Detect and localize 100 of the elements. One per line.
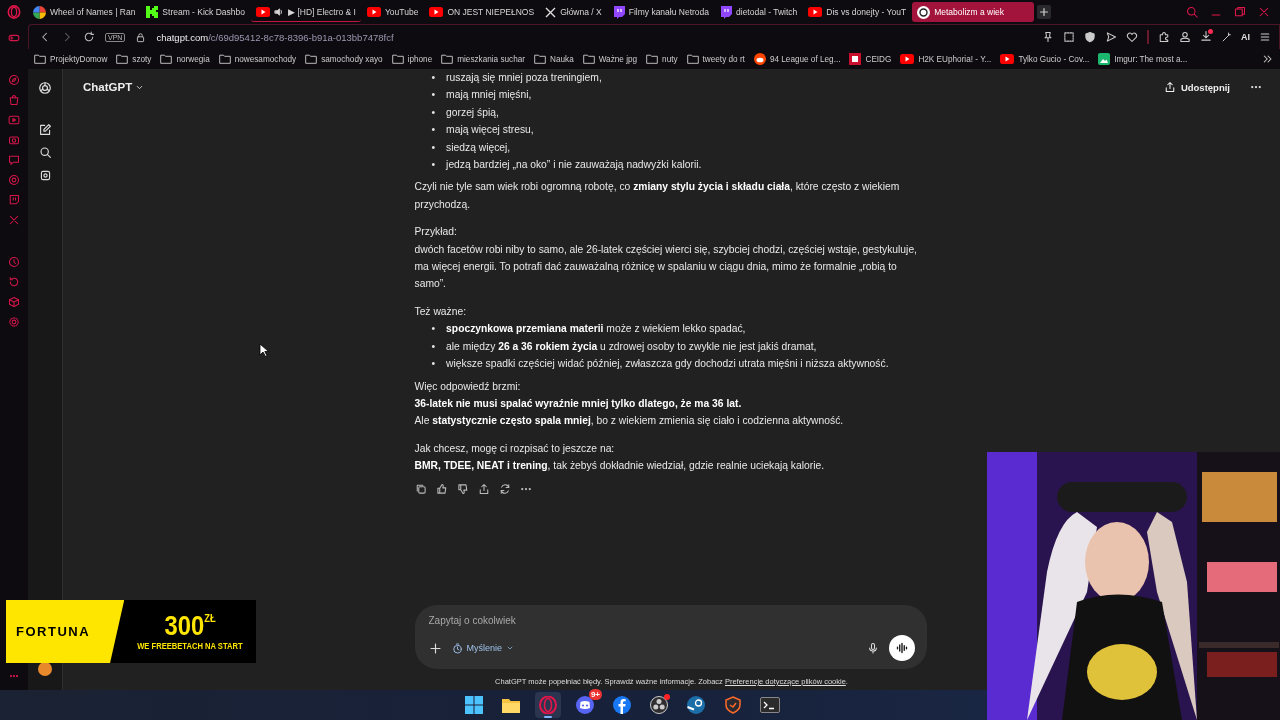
browser-tab[interactable]: Metabolizm a wiek <box>912 2 1035 22</box>
browser-tab[interactable]: ▶ [HD] Electro & I <box>251 2 361 22</box>
paragraph: Więc odpowiedź brzmi: <box>414 379 522 394</box>
clock-icon[interactable] <box>8 256 20 268</box>
bookmark[interactable]: Ważne jpg <box>582 54 638 64</box>
bookmark[interactable]: szoty <box>116 54 152 64</box>
list-item-text: spoczynkowa przemiana materii może z wiekiem lekko spadać, <box>446 322 746 337</box>
magic-wand-icon[interactable] <box>1221 31 1232 43</box>
share-icon[interactable] <box>1163 81 1176 93</box>
game-controller-icon[interactable] <box>576 696 594 714</box>
folder-icon <box>305 54 318 64</box>
speaker-icon[interactable] <box>274 6 285 17</box>
bookmark[interactable]: samochody xayo <box>305 54 383 64</box>
puzzle-icon[interactable] <box>1158 31 1170 43</box>
browser-tab[interactable]: YouTube <box>361 2 424 22</box>
bookmark[interactable]: tweety do rt <box>686 54 745 64</box>
timer-icon[interactable] <box>451 642 463 654</box>
currency-label: ZŁ <box>204 612 216 624</box>
twitch-bubble-icon[interactable] <box>8 194 20 206</box>
ring-logo-icon[interactable] <box>7 5 21 19</box>
ring-logo-icon[interactable] <box>539 696 557 714</box>
url-field[interactable]: chatgpt.com/c/69d95412-8c78-8396-b91a-013bb7478fcf <box>156 31 394 43</box>
compass-icon[interactable] <box>8 74 20 86</box>
mode-picker[interactable]: Myślenie <box>451 642 514 654</box>
play-box-icon[interactable] <box>8 114 20 126</box>
x-icon[interactable] <box>8 214 20 226</box>
bullet: • <box>431 140 436 155</box>
terminal-icon[interactable] <box>760 697 780 713</box>
thumbs-down-icon[interactable] <box>456 482 469 495</box>
snapshot-icon[interactable] <box>1063 31 1075 43</box>
model-picker[interactable]: ChatGPT <box>83 81 145 93</box>
bookmark[interactable]: mieszkania suchar <box>441 54 525 64</box>
search-icon[interactable] <box>38 146 52 159</box>
caret-icon[interactable] <box>506 644 514 652</box>
regenerate-icon[interactable] <box>498 482 511 495</box>
folder-icon[interactable] <box>502 697 520 713</box>
heart-icon[interactable] <box>1126 31 1138 43</box>
thumbs-up-icon[interactable] <box>435 482 448 495</box>
notification-dot <box>1208 29 1213 34</box>
lock-icon[interactable] <box>135 31 147 43</box>
plus-icon[interactable] <box>1037 5 1052 19</box>
bookmark[interactable]: CEIDG <box>849 53 892 65</box>
bag-icon[interactable] <box>8 94 20 106</box>
browser-tab[interactable]: ON JEST NIEPEŁNOS <box>424 2 540 22</box>
copy-icon[interactable] <box>414 482 427 495</box>
gamepad-icon[interactable] <box>8 32 20 44</box>
new-chat-icon[interactable] <box>38 123 52 136</box>
chat-bubble-icon[interactable] <box>8 154 20 166</box>
bookmark[interactable]: iphone <box>391 54 433 64</box>
pin-icon[interactable] <box>1042 31 1054 43</box>
profile-icon[interactable] <box>1179 31 1191 43</box>
share-icon[interactable] <box>477 482 490 495</box>
folder-icon <box>441 54 454 64</box>
bookmark[interactable]: Imgur: The most a... <box>1098 53 1188 65</box>
play-icon <box>256 6 271 17</box>
bookmark[interactable]: 94 League of Leg... <box>753 53 841 65</box>
share-button[interactable]: Udostępnij <box>1163 81 1230 93</box>
steam-logo-icon[interactable] <box>687 696 705 714</box>
bookmark[interactable]: H2K EUphoria! - Y... <box>900 54 992 64</box>
knot-logo-icon[interactable] <box>38 81 52 95</box>
microphone-icon[interactable] <box>866 642 879 654</box>
browser-tab[interactable]: Dis vs donejty - YouT <box>803 2 912 22</box>
camera-icon[interactable] <box>8 134 20 146</box>
voice-button[interactable] <box>888 635 915 661</box>
library-icon[interactable] <box>38 169 52 182</box>
shield-icon[interactable] <box>1084 31 1096 43</box>
bookmark[interactable]: nowesamochody <box>218 54 297 64</box>
reload-icon[interactable] <box>83 31 95 43</box>
cube-icon[interactable] <box>8 296 20 308</box>
restore-icon[interactable] <box>1234 6 1246 18</box>
windows-logo-icon[interactable] <box>465 696 483 714</box>
plus-icon[interactable] <box>428 641 442 655</box>
shield-icon[interactable] <box>724 696 742 714</box>
close-icon[interactable] <box>1258 6 1270 18</box>
knot-icon[interactable] <box>8 174 20 186</box>
browser-tab[interactable]: Wheel of Names | Ran <box>28 2 141 22</box>
x-logo-icon <box>545 6 557 18</box>
bookmark[interactable]: ProjektyDomow <box>34 54 108 64</box>
bookmark[interactable]: Tylko Gucio - Cov... <box>1000 54 1090 64</box>
settings-icon[interactable] <box>8 316 20 328</box>
brand-logo: FORTUNA <box>16 624 91 639</box>
bookmark[interactable]: norwegia <box>160 54 210 64</box>
browser-tab[interactable]: Filmy kanału Netroda <box>607 2 715 22</box>
menu-icon[interactable] <box>1259 31 1271 43</box>
chevron-double-icon[interactable] <box>1262 53 1274 65</box>
browser-tab[interactable]: Główna / X <box>540 2 607 22</box>
browser-tab[interactable]: Stream - Kick Dashbo <box>141 2 251 22</box>
f-logo-icon[interactable] <box>613 696 631 714</box>
record-disc-icon[interactable] <box>650 696 668 714</box>
message-composer[interactable]: Zapytaj o cokolwiek Myślenie <box>414 605 927 669</box>
browser-tab[interactable]: dietodal - Twitch <box>715 2 803 22</box>
folder-icon <box>218 54 231 64</box>
bookmark[interactable]: nuty <box>646 54 678 64</box>
bullet: • <box>431 71 436 85</box>
bookmark[interactable]: Nauka <box>534 54 574 64</box>
download-icon[interactable] <box>1200 30 1212 42</box>
send-icon[interactable] <box>1105 31 1117 43</box>
ai-label[interactable]: AI <box>1241 32 1250 42</box>
history-icon[interactable] <box>8 276 20 288</box>
folder-icon <box>160 54 173 64</box>
